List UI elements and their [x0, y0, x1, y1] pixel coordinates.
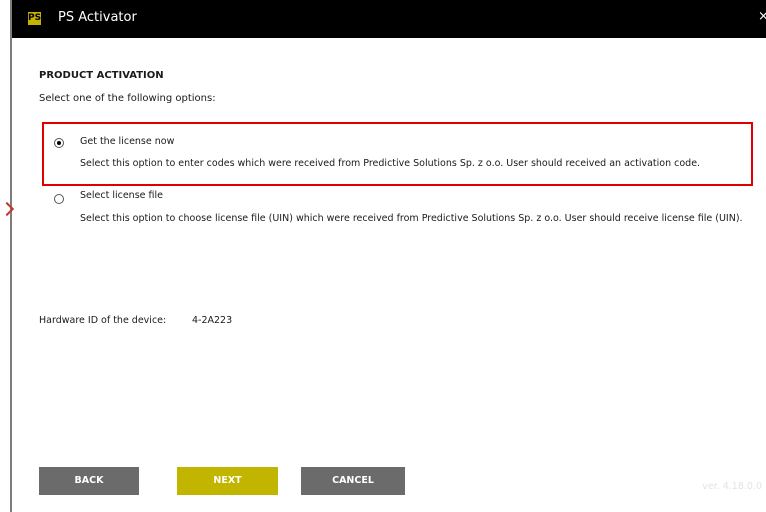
- activator-window: PS PS Activator × PRODUCT ACTIVATION Sel…: [0, 0, 766, 512]
- section-title: PRODUCT ACTIVATION: [39, 70, 164, 81]
- option-title-get-license[interactable]: Get the license now: [80, 136, 174, 147]
- cancel-button[interactable]: CANCEL: [301, 467, 405, 495]
- back-button[interactable]: BACK: [39, 467, 139, 495]
- window-title: PS Activator: [58, 10, 137, 25]
- radio-select-license-file[interactable]: [54, 194, 64, 204]
- hardware-id-value: 4-2A223: [192, 315, 233, 326]
- window-left-edge: [0, 0, 12, 512]
- option-description-get-license: Select this option to enter codes which …: [80, 158, 701, 169]
- instruction-text: Select one of the following options:: [39, 93, 216, 104]
- app-logo-icon: PS: [28, 12, 42, 25]
- option-description-license-file: Select this option to choose license fil…: [80, 213, 743, 224]
- option-title-license-file[interactable]: Select license file: [80, 190, 163, 201]
- highlight-annotation: [42, 122, 753, 186]
- version-label: ver. 4.18.0.0: [702, 481, 762, 492]
- title-bar: PS PS Activator ×: [12, 0, 766, 38]
- close-button[interactable]: ×: [758, 9, 766, 24]
- hardware-id-label: Hardware ID of the device:: [39, 315, 167, 326]
- radio-get-license-now[interactable]: [54, 138, 64, 148]
- next-button[interactable]: NEXT: [177, 467, 278, 495]
